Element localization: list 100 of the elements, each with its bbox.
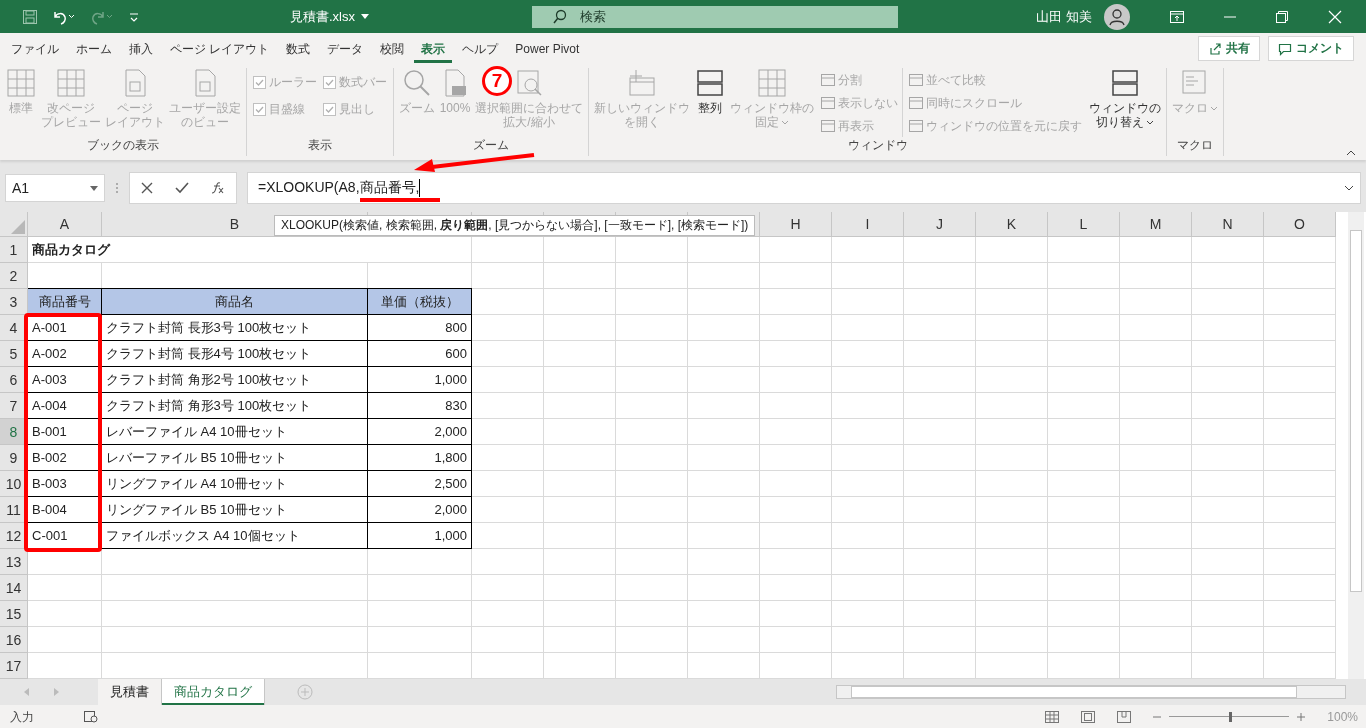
sheet-tab[interactable]: 見積書 [98, 679, 162, 705]
file-name[interactable]: 見積書.xlsx [290, 7, 355, 26]
row-header[interactable]: 16 [0, 627, 28, 653]
checkmark-icon [324, 104, 335, 115]
ribbon-tab[interactable]: ページ レイアウト [163, 34, 277, 63]
expand-icon[interactable] [1344, 185, 1354, 191]
new-window-icon [627, 68, 657, 98]
group-label: マクロ [1176, 137, 1214, 154]
column-header[interactable]: H [760, 212, 832, 237]
share-button[interactable]: 共有 [1198, 36, 1260, 61]
ribbon-tab[interactable]: 数式 [279, 34, 318, 63]
row-header[interactable]: 3 [0, 289, 28, 315]
ribbon-tab[interactable]: ファイル [4, 34, 66, 63]
table-cell: 830 [368, 393, 472, 419]
vertical-scrollbar[interactable] [1348, 212, 1364, 679]
windows-icon [1110, 68, 1140, 98]
column-header[interactable]: J [904, 212, 976, 237]
table-cell: 1,000 [368, 367, 472, 393]
group-label: ズーム [472, 137, 510, 154]
table-cell: 商品カタログ [28, 237, 368, 262]
ribbon-display-icon[interactable] [1170, 10, 1184, 23]
row-header[interactable]: 17 [0, 653, 28, 679]
column-header[interactable]: K [976, 212, 1048, 237]
close-icon[interactable] [1328, 9, 1342, 24]
collapse-ribbon-icon[interactable] [1346, 150, 1356, 156]
group-label: 表示 [307, 137, 333, 154]
table-cell: 2,500 [368, 471, 472, 497]
table-cell: 2,000 [368, 419, 472, 445]
ribbon-button[interactable]: 整列 [693, 68, 727, 115]
table-cell: クラフト封筒 角形2号 100枚セット [102, 367, 368, 393]
zoom-in-icon[interactable] [1297, 713, 1306, 721]
ribbon-tab[interactable]: ヘルプ [455, 34, 506, 63]
formula-text: =XLOOKUP(A8,商品番号, [258, 179, 420, 197]
check-icon[interactable] [175, 182, 189, 194]
name-box[interactable]: A1 [5, 174, 105, 202]
window-icon [909, 120, 923, 132]
user-name: 山田 知美 [1036, 7, 1092, 26]
ribbon-tab[interactable]: データ [320, 34, 371, 63]
magnifier-icon [402, 68, 432, 98]
normal-view-icon[interactable] [1045, 711, 1060, 723]
ribbon-tab[interactable]: 校閲 [373, 34, 412, 63]
search-field[interactable]: 検索 [580, 9, 640, 24]
sheet-tab[interactable]: 商品カタログ [162, 679, 265, 705]
horizontal-scrollbar[interactable] [836, 685, 1346, 699]
table-cell: リングファイル B5 10冊セット [102, 497, 368, 523]
checkmark-icon [324, 77, 335, 88]
page-layout-icon[interactable] [1081, 711, 1096, 723]
column-header[interactable]: N [1192, 212, 1264, 237]
group-label: ウィンドウ [846, 137, 909, 154]
checkmark-icon [254, 104, 265, 115]
row-header[interactable]: 13 [0, 549, 28, 575]
window-icon [821, 74, 835, 86]
table-cell: クラフト封筒 角形3号 100枚セット [102, 393, 368, 419]
table-cell: リングファイル A4 10冊セット [102, 471, 368, 497]
page-break-icon[interactable] [1117, 711, 1132, 723]
ribbon-tab[interactable]: ホーム [69, 34, 119, 63]
column-header[interactable]: I [832, 212, 904, 237]
table-cell: レバーファイル B5 10冊セット [102, 445, 368, 471]
window-icon [821, 120, 835, 132]
search-icon[interactable] [552, 8, 568, 25]
restore-icon[interactable] [1276, 10, 1288, 23]
table-cell: 2,000 [368, 497, 472, 523]
table-cell: 600 [368, 341, 472, 367]
cancel-icon[interactable] [141, 182, 153, 194]
triangle-icon [11, 220, 25, 234]
share-icon [1208, 41, 1222, 56]
ribbon-button[interactable]: ウィンドウの 切り替え [1088, 68, 1162, 129]
formula-field[interactable]: =XLOOKUP(A8,商品番号, [247, 172, 1361, 204]
comment-button[interactable]: コメント [1268, 36, 1354, 61]
table-cell: 商品番号 [28, 288, 102, 315]
grid-icon [6, 68, 36, 98]
ribbon-tab[interactable]: 表示 [414, 34, 453, 63]
function-tooltip: XLOOKUP(検索値, 検索範囲, 戻り範囲, [見つからない場合], [一致モード], [検索モード]) [274, 215, 756, 236]
grid-icon [56, 68, 86, 98]
column-header[interactable]: A [28, 212, 102, 237]
table-cell: 800 [368, 315, 472, 341]
search-bar[interactable]: 検索 [532, 5, 898, 28]
group-label: ブックの表示 [86, 137, 160, 154]
ribbon-tab[interactable]: 挿入 [122, 34, 160, 63]
table-cell: 商品名 [102, 288, 368, 315]
row-header[interactable]: 1 [0, 237, 28, 263]
column-header[interactable]: L [1048, 212, 1120, 237]
row-header[interactable]: 15 [0, 601, 28, 627]
save-icon[interactable] [22, 8, 38, 25]
column-header[interactable]: M [1120, 212, 1192, 237]
macro-record-icon[interactable] [84, 711, 98, 723]
zoom-selection-icon [514, 68, 544, 98]
column-header[interactable]: O [1264, 212, 1336, 237]
function-icon[interactable] [211, 182, 225, 194]
avatar-icon[interactable] [1104, 3, 1130, 30]
ribbon-tab[interactable]: Power Pivot [508, 34, 587, 63]
minimize-icon[interactable] [1224, 15, 1236, 18]
table-cell: クラフト封筒 長形3号 100枚セット [102, 315, 368, 341]
grid-icon [757, 68, 787, 98]
zoom-slider[interactable] [1169, 712, 1290, 722]
checkmark-icon [254, 77, 265, 88]
row-header[interactable]: 2 [0, 263, 28, 289]
caret-icon[interactable] [361, 14, 369, 19]
table-cell: クラフト封筒 長形4号 100枚セット [102, 341, 368, 367]
row-header[interactable]: 14 [0, 575, 28, 601]
